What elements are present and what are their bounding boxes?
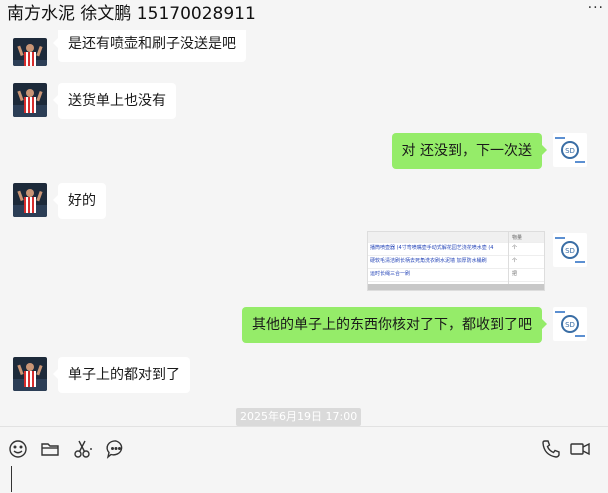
- message-list[interactable]: 是还有喷壶和刷子没送是吧 送货单上也没有 对 还没到，下一次送 SD 好的 物量…: [0, 30, 608, 426]
- folder-icon[interactable]: [40, 439, 60, 459]
- my-avatar[interactable]: SD: [553, 307, 587, 341]
- timestamp: 2025年6月19日 17:00: [236, 408, 362, 426]
- svg-text:SD: SD: [565, 147, 575, 155]
- svg-text:SD: SD: [565, 321, 575, 329]
- my-avatar[interactable]: SD: [553, 133, 587, 167]
- image-table-row: 播筒喷壶器 (4寸弯喷嘴壶手动式解花园艺浇花喷水壶 (4 个: [368, 242, 544, 256]
- svg-text:SD: SD: [565, 247, 575, 255]
- chat-header: 南方水泥 徐文鹏 15170028911 ···: [0, 0, 608, 30]
- my-avatar[interactable]: SD: [553, 233, 587, 267]
- message-bubble-incoming[interactable]: 好的: [53, 183, 106, 219]
- video-icon[interactable]: [569, 439, 591, 459]
- phone-icon[interactable]: [541, 439, 561, 459]
- image-table-row: 运时长绳三合一刷 把: [368, 268, 544, 282]
- message-bubble-outgoing[interactable]: 其他的单子上的东西你核对了下，都收到了吧: [242, 307, 547, 343]
- message-bubble-incoming[interactable]: 是还有喷壶和刷子没送是吧: [53, 30, 246, 62]
- contact-avatar[interactable]: [13, 38, 47, 66]
- message-bubble-outgoing[interactable]: 对 还没到，下一次送: [391, 133, 548, 169]
- image-scrollbar: [368, 284, 544, 290]
- image-table-divider: [508, 232, 509, 290]
- text-cursor: [11, 466, 12, 492]
- emoji-icon[interactable]: [8, 439, 28, 459]
- message-bubble-incoming[interactable]: 送货单上也没有: [53, 83, 176, 119]
- contact-avatar[interactable]: [13, 83, 47, 117]
- chat-title: 南方水泥 徐文鹏 15170028911: [7, 4, 256, 24]
- contact-avatar[interactable]: [13, 357, 47, 391]
- chat-bubble-icon[interactable]: [106, 439, 126, 459]
- message-input[interactable]: [0, 460, 608, 493]
- more-options-icon[interactable]: ···: [588, 0, 604, 16]
- message-image[interactable]: 物量 播筒喷壶器 (4寸弯喷嘴壶手动式解花园艺浇花喷水壶 (4 个 硬软毛清洁刷…: [367, 231, 545, 291]
- message-bubble-incoming[interactable]: 单子上的都对到了: [53, 357, 190, 393]
- contact-avatar[interactable]: [13, 183, 47, 217]
- scissors-icon[interactable]: [73, 439, 93, 459]
- image-table-row: 硬软毛清洁刷长柄去死角洗衣刷水泥墙 加厚防水桶刷 个: [368, 255, 544, 269]
